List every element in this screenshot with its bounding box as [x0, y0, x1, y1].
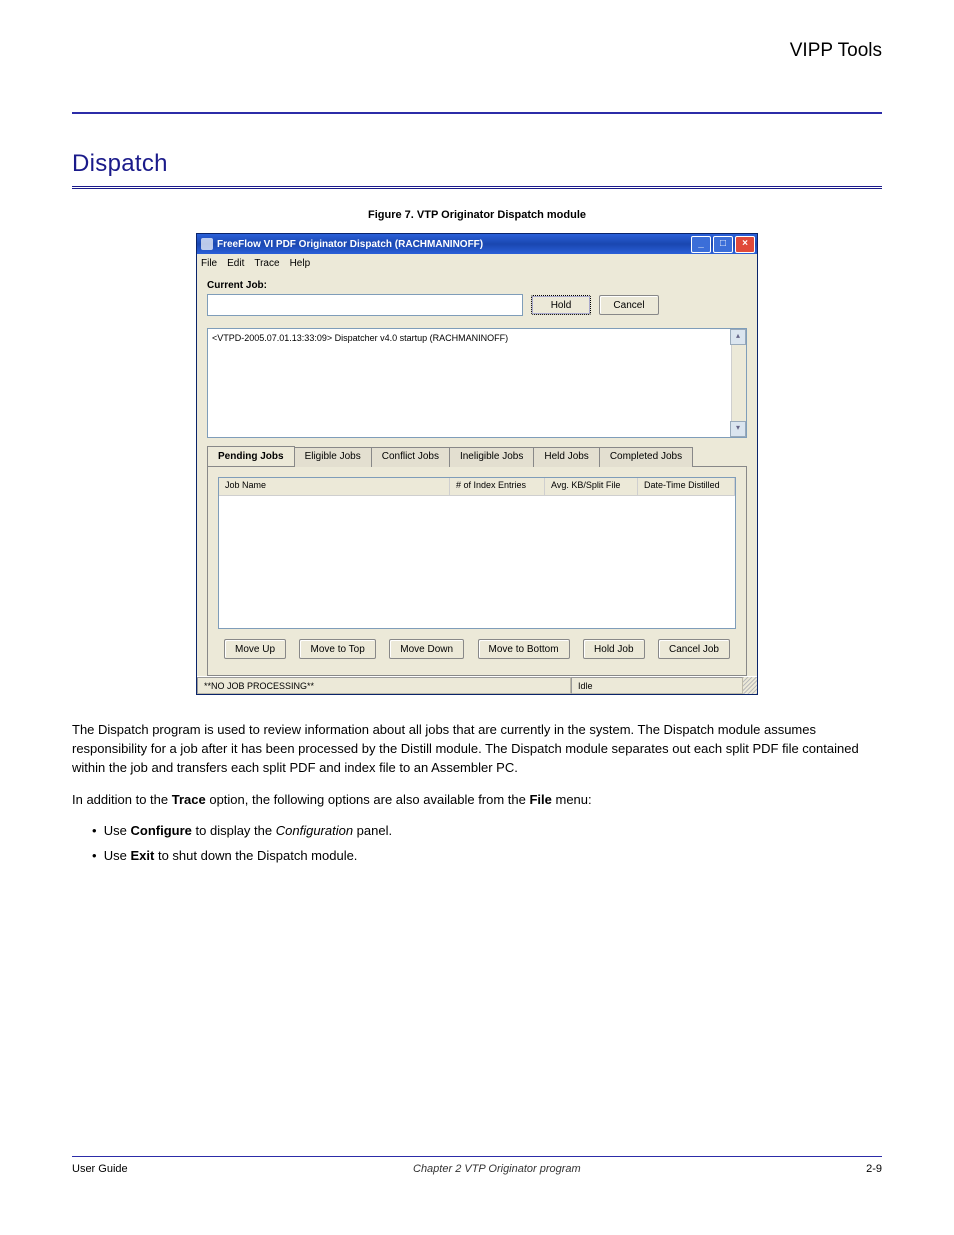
app-icon — [201, 238, 213, 250]
status-left: **NO JOB PROCESSING** — [197, 677, 571, 694]
menu-edit[interactable]: Edit — [227, 258, 244, 269]
bullet-2: • Use Exit to shut down the Dispatch mod… — [92, 847, 882, 866]
resize-grip-icon[interactable] — [743, 677, 757, 694]
tab-held[interactable]: Held Jobs — [533, 447, 599, 467]
hold-job-button[interactable]: Hold Job — [583, 639, 644, 659]
table-header: Job Name # of Index Entries Avg. KB/Spli… — [219, 478, 735, 496]
col-avg-kb[interactable]: Avg. KB/Split File — [545, 478, 638, 495]
scroll-down-icon[interactable]: ▾ — [730, 421, 746, 437]
footer-right: 2-9 — [866, 1163, 882, 1175]
scroll-up-icon[interactable]: ▴ — [730, 329, 746, 345]
col-distilled[interactable]: Date-Time Distilled — [638, 478, 735, 495]
move-down-button[interactable]: Move Down — [389, 639, 464, 659]
current-job-label: Current Job: — [207, 280, 747, 291]
menu-help[interactable]: Help — [290, 258, 311, 269]
menu-bar: File Edit Trace Help — [197, 254, 757, 272]
menu-trace[interactable]: Trace — [254, 258, 279, 269]
body-text: The Dispatch program is used to review i… — [72, 721, 882, 866]
paragraph-2: In addition to the Trace option, the fol… — [72, 791, 882, 810]
cancel-button[interactable]: Cancel — [599, 295, 659, 315]
status-right: Idle — [571, 677, 743, 694]
file-bold: File — [529, 792, 551, 807]
tab-completed[interactable]: Completed Jobs — [599, 447, 693, 467]
header-right: VIPP Tools — [72, 40, 882, 62]
tab-pending[interactable]: Pending Jobs — [207, 446, 295, 466]
app-window: FreeFlow VI PDF Originator Dispatch (RAC… — [196, 233, 758, 695]
tabs: Pending Jobs Eligible Jobs Conflict Jobs… — [207, 446, 747, 467]
trace-bold: Trace — [172, 792, 206, 807]
minimize-icon[interactable]: _ — [691, 236, 711, 253]
move-up-button[interactable]: Move Up — [224, 639, 286, 659]
tab-conflict[interactable]: Conflict Jobs — [371, 447, 450, 467]
jobs-table[interactable]: Job Name # of Index Entries Avg. KB/Spli… — [218, 477, 736, 629]
menu-file[interactable]: File — [201, 258, 217, 269]
tab-ineligible[interactable]: Ineligible Jobs — [449, 447, 534, 467]
footer: User Guide Chapter 2 VTP Originator prog… — [72, 1156, 882, 1175]
footer-left: User Guide — [72, 1163, 128, 1175]
log-line: <VTPD-2005.07.01.13:33:09> Dispatcher v4… — [212, 333, 508, 343]
tab-eligible[interactable]: Eligible Jobs — [294, 447, 372, 467]
header-rule — [72, 112, 882, 114]
window-title: FreeFlow VI PDF Originator Dispatch (RAC… — [217, 239, 483, 250]
col-index-entries[interactable]: # of Index Entries — [450, 478, 545, 495]
section-rule — [72, 186, 882, 189]
current-job-input[interactable] — [207, 294, 523, 316]
table-buttons: Move Up Move to Top Move Down Move to Bo… — [218, 639, 736, 665]
footer-mid: Chapter 2 VTP Originator program — [413, 1163, 581, 1175]
maximize-icon[interactable]: □ — [713, 236, 733, 253]
log-area[interactable]: <VTPD-2005.07.01.13:33:09> Dispatcher v4… — [207, 328, 747, 438]
status-bar: **NO JOB PROCESSING** Idle — [197, 676, 757, 694]
hold-button[interactable]: Hold — [531, 295, 591, 315]
figure-caption: Figure 7. VTP Originator Dispatch module — [72, 209, 882, 221]
col-job-name[interactable]: Job Name — [219, 478, 450, 495]
titlebar[interactable]: FreeFlow VI PDF Originator Dispatch (RAC… — [197, 234, 757, 254]
cancel-job-button[interactable]: Cancel Job — [658, 639, 730, 659]
move-bottom-button[interactable]: Move to Bottom — [478, 639, 570, 659]
section-title: Dispatch — [72, 150, 882, 178]
close-icon[interactable]: × — [735, 236, 755, 253]
bullet-1: • Use Configure to display the Configura… — [92, 822, 882, 841]
paragraph-1: The Dispatch program is used to review i… — [72, 721, 882, 778]
move-top-button[interactable]: Move to Top — [299, 639, 375, 659]
